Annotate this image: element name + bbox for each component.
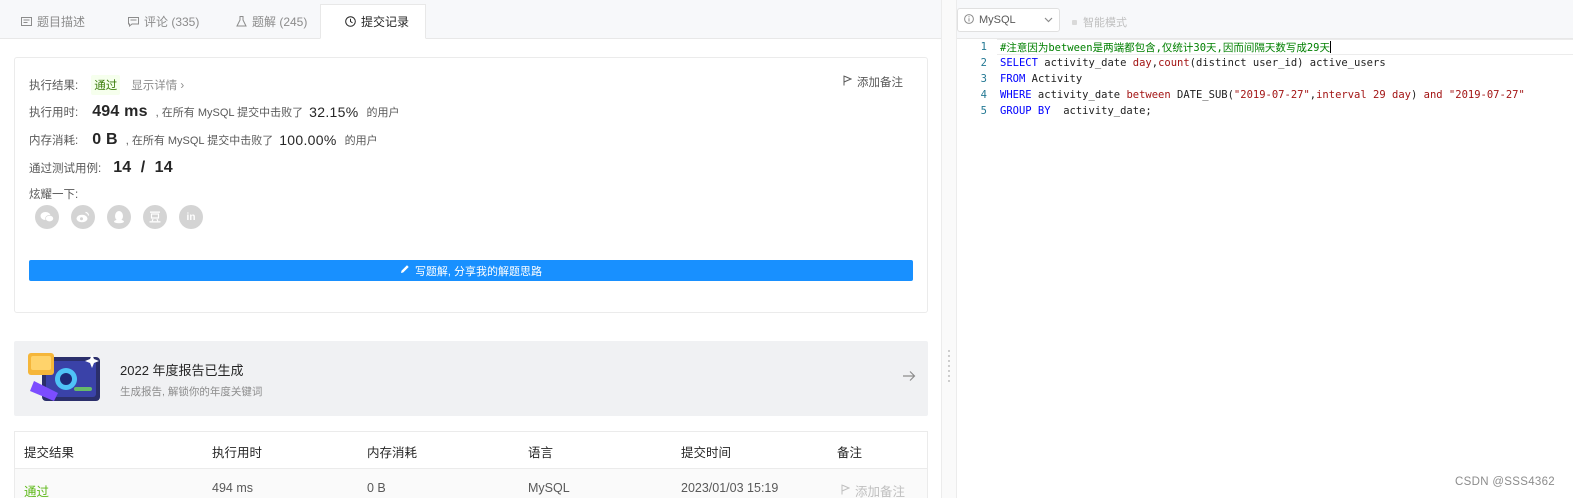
col-header-time: 提交时间 bbox=[681, 446, 732, 460]
banner-title: 2022 年度报告已生成 bbox=[120, 363, 244, 378]
memory-label: 内存消耗: bbox=[29, 135, 79, 147]
flag-icon bbox=[841, 484, 851, 498]
row-language: MySQL bbox=[528, 481, 570, 495]
share-icons: in bbox=[35, 205, 203, 229]
memory-beat-text: , 在所有 MySQL 提交中击败了 bbox=[125, 135, 274, 147]
chevron-down-icon bbox=[1044, 15, 1053, 25]
tests-value: 14 / 14 bbox=[113, 159, 173, 176]
tab-label: 提交记录 bbox=[361, 15, 410, 29]
runtime-suffix: 的用户 bbox=[366, 107, 400, 119]
editor-toolbar: MySQL 智能模式 bbox=[957, 0, 1573, 39]
tab-description[interactable]: 题目描述 bbox=[20, 4, 85, 39]
code-line: 2 SELECT activity_date day,count(distinc… bbox=[957, 55, 1386, 71]
wechat-icon[interactable] bbox=[35, 205, 59, 229]
row-add-note-label: 添加备注 bbox=[855, 485, 906, 498]
smart-mode-label: 智能模式 bbox=[1083, 17, 1127, 29]
editor-pane: MySQL 智能模式 1 #注意因为between是两端都包含,仅统计30天,因… bbox=[957, 0, 1573, 498]
code-line: 5 GROUP BY activity_date; bbox=[957, 103, 1152, 119]
memory-value: 0 B bbox=[92, 131, 118, 148]
left-pane: 题目描述 评论 (335) 题解 (245) 提交记录 执行结果: 通过 显示详… bbox=[0, 0, 941, 498]
row-time: 2023/01/03 15:19 bbox=[681, 481, 779, 495]
language-select-value: MySQL bbox=[979, 14, 1016, 26]
qq-icon[interactable] bbox=[107, 205, 131, 229]
runtime-row: 执行用时: 494 ms , 在所有 MySQL 提交中击败了 32.15% 的… bbox=[29, 103, 399, 121]
show-details-link[interactable]: 显示详情 › bbox=[131, 77, 184, 93]
arrow-right-icon[interactable] bbox=[902, 369, 916, 385]
smart-mode-toggle[interactable]: 智能模式 bbox=[1072, 14, 1127, 30]
runtime-value: 494 ms bbox=[92, 103, 148, 120]
status-row: 执行结果: 通过 显示详情 › bbox=[29, 75, 184, 95]
memory-suffix: 的用户 bbox=[344, 135, 378, 147]
share-label: 炫耀一下: bbox=[29, 189, 79, 201]
banner-subtitle: 生成报告, 解锁你的年度关键词 bbox=[120, 386, 263, 398]
code-text: FROM Activity bbox=[1000, 73, 1083, 85]
weibo-icon[interactable] bbox=[71, 205, 95, 229]
code-text: SELECT activity_date day,count(distinct … bbox=[1000, 57, 1386, 69]
description-icon bbox=[20, 16, 32, 28]
code-line: 3 FROM Activity bbox=[957, 71, 1083, 87]
col-header-note: 备注 bbox=[837, 446, 863, 460]
comment-icon bbox=[127, 16, 139, 28]
text-cursor bbox=[1330, 41, 1332, 53]
info-icon bbox=[964, 13, 974, 27]
table-row[interactable] bbox=[15, 469, 927, 498]
language-select[interactable]: MySQL bbox=[957, 8, 1060, 32]
clock-icon bbox=[344, 16, 356, 28]
tab-submissions[interactable]: 提交记录 bbox=[320, 4, 426, 39]
linkedin-icon[interactable]: in bbox=[179, 205, 203, 229]
col-header-memory: 内存消耗 bbox=[367, 446, 418, 460]
tab-solutions[interactable]: 题解 (245) bbox=[235, 4, 307, 39]
row-result-link[interactable]: 通过 bbox=[24, 481, 49, 498]
row-runtime: 494 ms bbox=[212, 481, 253, 495]
report-illustration bbox=[28, 351, 104, 405]
line-number: 5 bbox=[980, 105, 987, 117]
runtime-label: 执行用时: bbox=[29, 107, 79, 119]
flask-icon bbox=[235, 16, 247, 28]
runtime-beat-text: , 在所有 MySQL 提交中击败了 bbox=[155, 107, 304, 119]
drag-handle-icon bbox=[948, 350, 950, 390]
col-header-result: 提交结果 bbox=[24, 446, 75, 460]
write-solution-label: 写题解, 分享我的解题思路 bbox=[414, 265, 543, 278]
submissions-table: 提交结果 执行用时 内存消耗 语言 提交时间 备注 通过 494 ms 0 B … bbox=[14, 431, 928, 498]
code-line: 4 WHERE activity_date between DATE_SUB("… bbox=[957, 87, 1525, 103]
code-text: #注意因为between是两端都包含,仅统计30天,因而间隔天数写成29天 bbox=[1000, 41, 1331, 54]
line-number: 3 bbox=[980, 73, 987, 85]
annual-report-banner[interactable]: 2022 年度报告已生成 生成报告, 解锁你的年度关键词 bbox=[14, 341, 928, 416]
code-editor[interactable]: 1 #注意因为between是两端都包含,仅统计30天,因而间隔天数写成29天 … bbox=[957, 39, 1573, 498]
result-card: 执行结果: 通过 显示详情 › 添加备注 执行用时: 494 ms , 在所有 … bbox=[14, 57, 928, 313]
share-row: 炫耀一下: bbox=[29, 186, 78, 202]
code-line: 1 #注意因为between是两端都包含,仅统计30天,因而间隔天数写成29天 bbox=[957, 39, 1332, 55]
memory-row: 内存消耗: 0 B , 在所有 MySQL 提交中击败了 100.00% 的用户 bbox=[29, 131, 378, 149]
tests-label: 通过测试用例: bbox=[29, 163, 102, 175]
line-number: 1 bbox=[980, 41, 987, 53]
square-icon bbox=[1072, 19, 1077, 25]
tab-comments[interactable]: 评论 (335) bbox=[127, 4, 199, 39]
tab-label: 评论 (335) bbox=[144, 15, 200, 29]
code-text: WHERE activity_date between DATE_SUB("20… bbox=[1000, 89, 1525, 101]
status-badge: 通过 bbox=[91, 75, 121, 95]
tab-label: 题目描述 bbox=[37, 15, 86, 29]
tests-row: 通过测试用例: 14 / 14 bbox=[29, 159, 173, 177]
pencil-icon bbox=[400, 264, 410, 277]
tab-bar: 题目描述 评论 (335) 题解 (245) 提交记录 bbox=[0, 0, 941, 39]
add-note-button[interactable]: 添加备注 bbox=[843, 74, 903, 90]
runtime-percentile: 32.15% bbox=[309, 104, 359, 120]
status-label: 执行结果: bbox=[29, 80, 79, 92]
col-header-runtime: 执行用时 bbox=[212, 446, 263, 460]
add-note-label: 添加备注 bbox=[857, 77, 903, 89]
flag-icon bbox=[843, 75, 853, 89]
write-solution-button[interactable]: 写题解, 分享我的解题思路 bbox=[29, 260, 913, 281]
line-number: 2 bbox=[980, 57, 987, 69]
row-memory: 0 B bbox=[367, 481, 386, 495]
code-text: GROUP BY activity_date; bbox=[1000, 105, 1152, 117]
douban-icon[interactable] bbox=[143, 205, 167, 229]
line-number: 4 bbox=[980, 89, 987, 101]
watermark: CSDN @SSS4362 bbox=[1455, 476, 1555, 488]
row-add-note-button[interactable]: 添加备注 bbox=[841, 481, 905, 498]
memory-percentile: 100.00% bbox=[279, 132, 337, 148]
tab-label: 题解 (245) bbox=[252, 15, 308, 29]
col-header-language: 语言 bbox=[528, 446, 554, 460]
pane-resizer[interactable] bbox=[941, 0, 957, 498]
